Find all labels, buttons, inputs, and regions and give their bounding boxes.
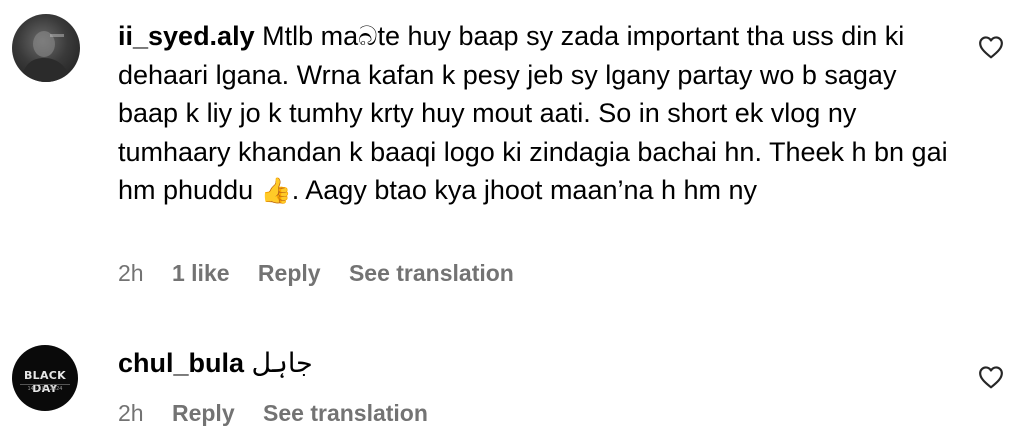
reply-button[interactable]: Reply — [258, 260, 321, 286]
comment-body: ii_syed.aly Mtlb maබte huy baap sy zada … — [118, 17, 958, 211]
reply-button[interactable]: Reply — [172, 400, 235, 426]
avatar[interactable]: BLACK DAY 14 · 10 · 2024 — [12, 345, 78, 411]
profile-photo-icon — [20, 31, 72, 82]
comment-text: جاہل — [251, 348, 313, 378]
comment-text-tail: . Aagy btao kya jhoot maan’na h hm ny — [291, 175, 758, 205]
comment-meta: 2h Reply See translation — [118, 400, 450, 427]
see-translation-button[interactable]: See translation — [263, 400, 428, 426]
like-heart-icon[interactable] — [978, 365, 1004, 389]
comment-meta: 2h 1 like Reply See translation — [118, 260, 536, 287]
avatar-badge-subtext: 14 · 10 · 2024 — [27, 386, 63, 392]
avatar[interactable] — [12, 14, 80, 82]
likes-count[interactable]: 1 like — [172, 260, 230, 286]
comment-username[interactable]: ii_syed.aly — [118, 21, 255, 51]
comment-body: chul_bula جاہل — [118, 344, 958, 383]
avatar-divider — [20, 384, 70, 385]
thumbs-up-icon: 👍 — [260, 177, 292, 205]
comment-time: 2h — [118, 260, 144, 286]
see-translation-button[interactable]: See translation — [349, 260, 514, 286]
comment-time: 2h — [118, 400, 144, 426]
like-heart-icon[interactable] — [978, 35, 1004, 59]
comment-username[interactable]: chul_bula — [118, 348, 244, 378]
